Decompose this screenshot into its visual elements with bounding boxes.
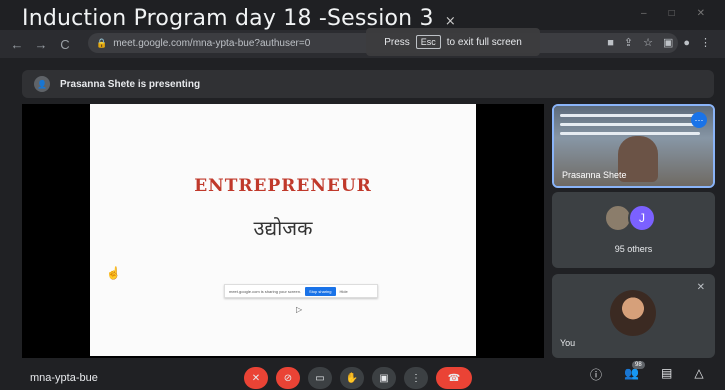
- self-label: You: [560, 338, 576, 348]
- presenter-avatar: 👤: [34, 76, 50, 92]
- tab-close-icon[interactable]: ×: [445, 14, 456, 29]
- meeting-code: mna-ypta-bue: [30, 372, 98, 384]
- self-avatar: [610, 290, 656, 336]
- camera-off-button[interactable]: ⊘: [276, 367, 300, 389]
- others-count: 95 others: [614, 244, 653, 254]
- people-icon[interactable]: 👥: [624, 366, 639, 383]
- fullscreen-notice: Press Esc to exit full screen: [366, 28, 540, 56]
- presenter-name: Prasanna Shete: [562, 170, 627, 180]
- forward-button[interactable]: →: [34, 37, 48, 52]
- share-text: meet.google.com is sharing your screen.: [229, 288, 302, 294]
- sidepanel-icon[interactable]: ▣: [663, 36, 673, 49]
- browser-toolbar-right: ■ ⇪ ☆ ▣ ● ⋮: [607, 36, 711, 50]
- leave-call-button[interactable]: ☎: [436, 367, 472, 389]
- presenting-text: Prasanna Shete is presenting: [60, 78, 201, 90]
- mic-off-icon: ✕: [696, 282, 705, 293]
- more-options-icon[interactable]: ⋯: [691, 112, 707, 128]
- fullscreen-exit-text: to exit full screen: [446, 36, 522, 48]
- self-tile[interactable]: ✕ You: [552, 274, 715, 358]
- maximize-icon[interactable]: □: [669, 8, 675, 19]
- present-button[interactable]: ▣: [372, 367, 396, 389]
- activities-icon[interactable]: △: [694, 366, 703, 383]
- arrow-cursor-icon: ▷: [296, 305, 303, 314]
- hand-cursor-icon: ☝: [106, 266, 121, 280]
- captions-button[interactable]: ▭: [308, 367, 332, 389]
- back-button[interactable]: ←: [10, 37, 24, 52]
- camera-icon[interactable]: ■: [607, 37, 614, 49]
- close-window-icon[interactable]: ✕: [697, 8, 705, 19]
- fullscreen-press-text: Press: [384, 36, 410, 48]
- more-options-button[interactable]: ⋮: [404, 367, 428, 389]
- presentation-slide: ENTREPRENEUR उद्योजक meet.google.com is …: [90, 104, 476, 356]
- call-controls: ✕ ⊘ ▭ ✋ ▣ ⋮ ☎: [244, 367, 472, 389]
- kebab-menu-icon[interactable]: ⋮: [700, 36, 711, 49]
- esc-key: Esc: [415, 35, 441, 49]
- slide-subtitle: उद्योजक: [253, 216, 313, 240]
- others-tile[interactable]: J 95 others: [552, 192, 715, 268]
- minimize-icon[interactable]: –: [641, 8, 647, 19]
- profile-avatar[interactable]: ●: [683, 37, 690, 49]
- hide-button[interactable]: Hide: [340, 289, 348, 294]
- raise-hand-button[interactable]: ✋: [340, 367, 364, 389]
- participant-initial-avatar: J: [628, 204, 656, 232]
- reload-button[interactable]: C: [58, 37, 72, 52]
- slide-title: ENTREPRENEUR: [194, 176, 372, 196]
- lock-icon: 🔒: [96, 37, 108, 48]
- address-text: meet.google.com/mna-ypta-bue?authuser=0: [113, 37, 311, 49]
- info-icon[interactable]: ⓘ: [590, 366, 602, 383]
- window-controls: – □ ✕: [641, 8, 705, 19]
- chat-icon[interactable]: ▤: [661, 366, 672, 383]
- presenter-tile[interactable]: ⋯ Prasanna Shete: [552, 104, 715, 188]
- presenting-bar: 👤 Prasanna Shete is presenting: [22, 70, 714, 98]
- screen-share-bar: meet.google.com is sharing your screen. …: [224, 284, 378, 298]
- right-controls: ⓘ 👥 ▤ △: [590, 366, 704, 383]
- stop-sharing-button[interactable]: Stop sharing: [305, 286, 336, 296]
- share-icon[interactable]: ⇪: [624, 36, 633, 49]
- bookmark-star-icon[interactable]: ☆: [643, 36, 653, 49]
- mic-off-button[interactable]: ✕: [244, 367, 268, 389]
